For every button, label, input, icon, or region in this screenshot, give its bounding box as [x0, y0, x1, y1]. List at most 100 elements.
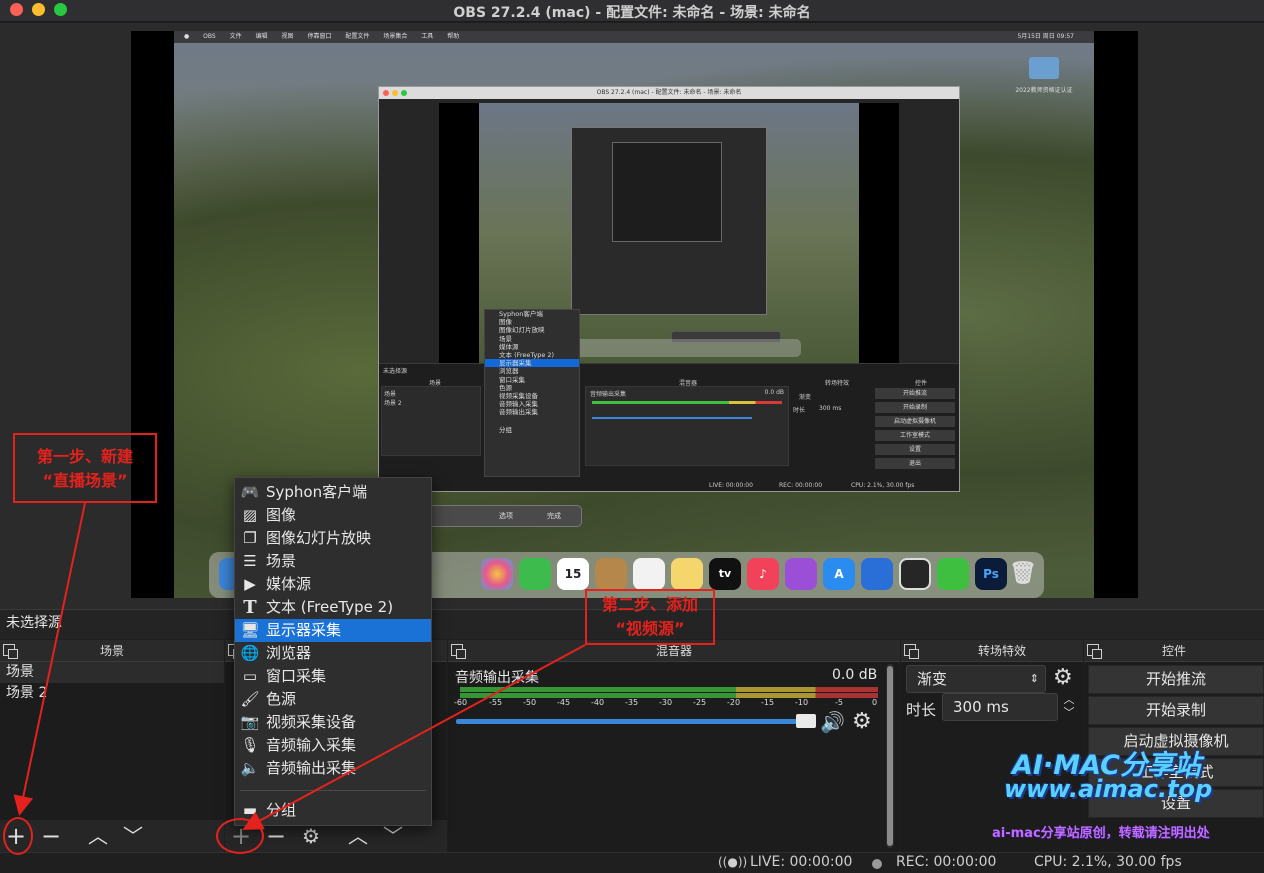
scale-tick: -20	[727, 698, 741, 707]
menu-item-window-capture[interactable]: ▭ 窗口采集	[235, 665, 431, 688]
source-properties-gear-icon[interactable]: ⚙	[297, 822, 325, 850]
captured-duration-value: 300 ms	[819, 405, 842, 412]
captured-menu-item: 窗口采集	[499, 375, 525, 384]
live-broadcast-icon: ((●))	[718, 855, 748, 869]
podcasts-icon	[785, 558, 817, 590]
close-dot-icon	[383, 90, 389, 96]
captured-mac-menubar: ● OBS 文件 编辑 视图 停靠窗口 配置文件 场景集合 工具 帮助 5月15…	[174, 31, 1094, 43]
undock-icon[interactable]	[3, 644, 18, 659]
menu-item-group[interactable]: ▬ 分组	[235, 799, 431, 822]
step1-annotation: 第一步、新建 “直播场景”	[13, 433, 157, 503]
mac-menu-item: OBS	[203, 33, 216, 40]
menu-item-color-source[interactable]: 🖌 色源	[235, 688, 431, 711]
menu-item-scene[interactable]: ☰ 场景	[235, 550, 431, 573]
menu-item-audio-input-capture[interactable]: 🎙 音频输入采集	[235, 734, 431, 757]
captured-obs-title-text: OBS 27.2.4 (mac) - 配置文件: 未命名 - 场景: 未命名	[596, 89, 742, 96]
scale-tick: -5	[835, 698, 843, 707]
transition-header-label: 转场特效	[977, 644, 1026, 658]
captured-live-status: LIVE: 00:00:00	[709, 482, 753, 489]
step1-annotation-line1: 第一步、新建	[36, 447, 133, 466]
menu-item-video-capture-device[interactable]: 📷 视频采集设备	[235, 711, 431, 734]
mac-menu-item: 停靠窗口	[307, 33, 332, 40]
transition-select-value: 渐变	[917, 670, 948, 688]
audio-meter-top	[460, 687, 878, 692]
watermark-url: www.aimac.top	[1004, 775, 1213, 803]
move-scene-up-button[interactable]: ︿	[84, 822, 112, 850]
captured-control-button: 开始录制	[875, 402, 955, 413]
menu-item-label: Syphon客户端	[266, 483, 368, 501]
mac-menu-item: 工具	[421, 33, 434, 40]
menu-item-label: 图像	[266, 506, 297, 524]
scale-tick: -60	[454, 698, 468, 707]
captured-menu-item: 文本 (FreeType 2)	[499, 350, 555, 359]
scale-tick: -10	[795, 698, 809, 707]
move-source-down-button[interactable]: ﹀	[379, 822, 407, 850]
move-scene-down-button[interactable]: ﹀	[119, 822, 147, 850]
menu-separator	[240, 790, 426, 791]
captured-controls-header: 控件	[915, 380, 928, 387]
mixer-track-db: 0.0 dB	[832, 667, 878, 683]
captured-obs-window: OBS 27.2.4 (mac) - 配置文件: 未命名 - 场景: 未命名 未…	[378, 86, 960, 492]
mixer-track-name: 音频输出采集	[455, 670, 539, 686]
undock-icon[interactable]	[904, 644, 919, 659]
calendar-icon: 15	[557, 558, 589, 590]
captured-rec-status: REC: 00:00:00	[779, 482, 823, 489]
move-source-up-button[interactable]: ︿	[344, 822, 372, 850]
app-store-icon: A	[823, 558, 855, 590]
captured-scene-list: 场景 场景 2	[381, 386, 481, 456]
menu-item-label: 视频采集设备	[266, 713, 357, 731]
mixer-scrollbar-thumb[interactable]	[887, 666, 893, 846]
menu-item-label: 窗口采集	[266, 667, 327, 685]
captured-control-button: 启动虚拟摄像机	[875, 416, 955, 427]
start-streaming-button[interactable]: 开始推流	[1088, 665, 1264, 694]
menu-item-media-source[interactable]: ▶ 媒体源	[235, 573, 431, 596]
image-icon: ▨	[242, 506, 258, 524]
folder-icon	[1029, 57, 1059, 79]
volume-slider-track[interactable]	[456, 719, 814, 724]
transition-gear-icon[interactable]: ⚙	[1053, 665, 1073, 690]
mixer-gear-icon[interactable]: ⚙	[852, 709, 872, 734]
transition-select[interactable]: 渐变 ⇕	[906, 665, 1046, 693]
photoshop-icon: Ps	[975, 558, 1007, 590]
duration-input[interactable]: 300 ms	[942, 693, 1058, 721]
step1-annotation-line2: “直播场景”	[42, 471, 128, 490]
menu-item-label: 场景	[266, 552, 297, 570]
menu-item-audio-output-capture[interactable]: 🔈 音频输出采集	[235, 757, 431, 780]
scene-item[interactable]: 场景 2	[0, 683, 224, 704]
folder-icon: ▬	[242, 801, 258, 819]
speaker-icon[interactable]: 🔊	[820, 710, 845, 734]
transition-dock-header: 转场特效	[901, 640, 1083, 662]
menu-item-display-capture[interactable]: 🖥 显示器采集	[235, 619, 431, 642]
record-dot-icon	[872, 859, 882, 869]
captured-transition-type: 渐变	[799, 394, 812, 401]
menu-item-text-freetype[interactable]: T 文本 (FreeType 2)	[235, 596, 431, 619]
wechat-icon	[937, 558, 969, 590]
scale-tick: -15	[761, 698, 775, 707]
menu-item-image-slideshow[interactable]: ❐ 图像幻灯片放映	[235, 527, 431, 550]
remove-scene-button[interactable]: −	[37, 822, 65, 850]
undock-icon[interactable]	[1087, 644, 1102, 659]
menu-item-browser[interactable]: 🌐 浏览器	[235, 642, 431, 665]
scale-tick: -35	[625, 698, 639, 707]
captured-menu-item: 视频采集设备	[499, 391, 538, 400]
status-bar: ((●)) LIVE: 00:00:00 REC: 00:00:00 CPU: …	[0, 852, 1264, 873]
contacts-icon	[595, 558, 627, 590]
meter-scale: -60 -55 -50 -45 -40 -35 -30 -25 -20 -15 …	[452, 698, 882, 712]
scene-item[interactable]: 场景	[0, 662, 224, 683]
add-scene-highlight-circle	[3, 817, 33, 855]
scale-tick: -40	[591, 698, 605, 707]
gamepad-icon: 🎮	[240, 483, 260, 501]
start-recording-button[interactable]: 开始录制	[1088, 696, 1264, 725]
facetime-icon	[519, 558, 551, 590]
menu-item-syphon-client[interactable]: 🎮 Syphon客户端	[235, 481, 431, 504]
volume-slider-handle[interactable]	[796, 714, 816, 728]
undock-icon[interactable]	[451, 644, 466, 659]
captured-options-label: 选项	[499, 512, 513, 520]
captured-done-label: 完成	[547, 512, 561, 520]
menu-item-image[interactable]: ▨ 图像	[235, 504, 431, 527]
menu-item-label: 媒体源	[266, 575, 312, 593]
duration-stepper[interactable]: ︿ ﹀	[1059, 693, 1079, 721]
captured-menu-item: Syphon客户端	[499, 310, 543, 318]
menu-item-label: 显示器采集	[266, 621, 342, 639]
remove-source-button[interactable]: −	[262, 822, 290, 850]
